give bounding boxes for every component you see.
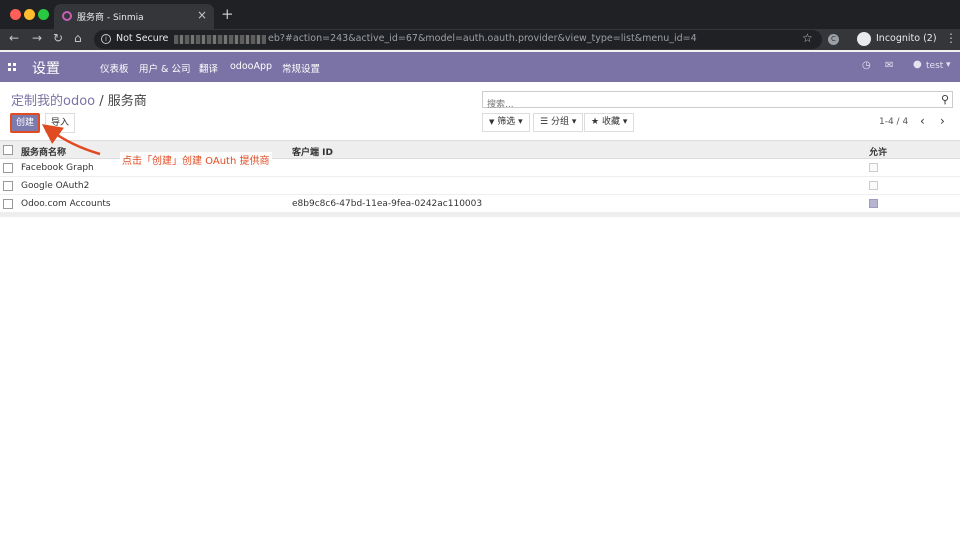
incognito-icon bbox=[857, 32, 871, 46]
row-checkbox[interactable] bbox=[3, 181, 13, 191]
chevron-down-icon: ▾ bbox=[622, 117, 628, 127]
redacted-host bbox=[174, 35, 266, 44]
tab-close-icon[interactable]: × bbox=[197, 8, 207, 22]
col-allowed[interactable]: 允许 bbox=[869, 145, 887, 158]
row-checkbox[interactable] bbox=[3, 163, 13, 173]
pager-next-icon[interactable]: › bbox=[940, 114, 945, 128]
browser-tab[interactable]: 服务商 - Sinmia × bbox=[54, 4, 214, 29]
browser-toolbar: ← → ↻ ⌂ i Not Secure eb?#action=243&acti… bbox=[0, 29, 960, 50]
maximize-window-button[interactable] bbox=[38, 9, 49, 20]
table-row[interactable]: Google OAuth2 bbox=[0, 177, 960, 195]
back-arrow-icon[interactable]: ← bbox=[9, 31, 19, 45]
menu-general-settings[interactable]: 常规设置 bbox=[282, 61, 320, 75]
menu-translations[interactable]: 翻译 bbox=[199, 61, 218, 75]
breadcrumb-current: 服务商 bbox=[107, 94, 147, 109]
menu-dashboard[interactable]: 仪表板 bbox=[100, 61, 129, 75]
breadcrumb-parent[interactable]: 定制我的odoo bbox=[11, 94, 95, 109]
filter-icon: ▼ bbox=[489, 118, 495, 126]
not-secure-label: Not Secure bbox=[116, 33, 169, 44]
groupby-label: 分组 bbox=[550, 117, 569, 127]
user-caret-icon[interactable]: ▾ bbox=[946, 60, 951, 70]
info-icon[interactable]: i bbox=[101, 34, 111, 44]
search-input[interactable] bbox=[483, 97, 923, 113]
search-box: ⚲ bbox=[482, 91, 953, 113]
home-icon[interactable]: ⌂ bbox=[74, 31, 82, 45]
minimize-window-button[interactable] bbox=[24, 9, 35, 20]
new-tab-button[interactable]: + bbox=[221, 5, 234, 23]
activity-clock-icon[interactable]: ◷ bbox=[862, 60, 871, 71]
menu-users-companies[interactable]: 用户 & 公司 bbox=[139, 61, 190, 75]
main-content: 定制我的odoo / 服务商 ⚲ 创建 导入 ▼ 筛选 ▾ ☰ 分组 ▾ ★ 收… bbox=[0, 82, 960, 533]
provider-name: Facebook Graph bbox=[21, 163, 94, 173]
allowed-checkbox bbox=[869, 199, 878, 208]
tab-title: 服务商 - Sinmia bbox=[77, 13, 144, 23]
groupby-button[interactable]: ☰ 分组 ▾ bbox=[533, 113, 584, 132]
close-window-button[interactable] bbox=[10, 9, 21, 20]
annotation-arrow-icon bbox=[42, 124, 101, 156]
client-id: e8b9c8c6-47bd-11ea-9fea-0242ac110003 bbox=[292, 199, 483, 209]
tab-favicon-icon bbox=[62, 11, 72, 21]
menu-odooapp[interactable]: odooApp bbox=[230, 61, 272, 72]
browser-menu-icon[interactable]: ⋮ bbox=[945, 31, 957, 45]
breadcrumb-separator: / bbox=[95, 94, 108, 109]
browser-tab-bar: 服务商 - Sinmia × + bbox=[0, 0, 960, 29]
pager-prev-icon[interactable]: ‹ bbox=[920, 114, 925, 128]
select-all-checkbox[interactable] bbox=[3, 145, 13, 155]
chevron-down-icon: ▾ bbox=[518, 117, 523, 127]
reload-icon[interactable]: ↻ bbox=[53, 31, 63, 45]
row-checkbox[interactable] bbox=[3, 199, 13, 209]
create-button[interactable]: 创建 bbox=[10, 113, 40, 133]
odoo-navbar: 设置 仪表板 用户 & 公司 翻译 odooApp 常规设置 ◷ ✉ ● tes… bbox=[0, 52, 960, 82]
bookmark-star-icon[interactable]: ☆ bbox=[802, 31, 813, 45]
col-client-id[interactable]: 客户端 ID bbox=[292, 145, 333, 158]
star-icon: ★ bbox=[591, 117, 600, 127]
forward-arrow-icon[interactable]: → bbox=[32, 31, 42, 45]
favorites-button[interactable]: ★ 收藏 ▾ bbox=[584, 113, 635, 132]
table-row[interactable]: Odoo.com Accounts e8b9c8c6-47bd-11ea-9fe… bbox=[0, 195, 960, 213]
extension-icon[interactable]: C bbox=[828, 34, 839, 45]
url-text[interactable]: eb?#action=243&active_id=67&model=auth.o… bbox=[268, 33, 697, 44]
provider-name: Google OAuth2 bbox=[21, 181, 90, 191]
apps-grid-icon[interactable] bbox=[8, 63, 16, 71]
user-avatar-icon[interactable]: ● bbox=[913, 59, 922, 70]
list-icon: ☰ bbox=[540, 117, 549, 127]
breadcrumb: 定制我的odoo / 服务商 bbox=[11, 90, 147, 109]
user-name[interactable]: test bbox=[926, 61, 943, 71]
annotation-text: 点击「创建」创建 OAuth 提供商 bbox=[120, 152, 272, 167]
table-footer bbox=[0, 213, 960, 217]
filters-label: 筛选 bbox=[497, 117, 516, 127]
incognito-label[interactable]: Incognito (2) bbox=[876, 33, 937, 44]
filters-button[interactable]: ▼ 筛选 ▾ bbox=[482, 113, 530, 132]
allowed-checkbox bbox=[869, 181, 878, 190]
favorites-label: 收藏 bbox=[601, 117, 620, 127]
pager-value[interactable]: 1-4 / 4 bbox=[879, 117, 908, 127]
allowed-checkbox bbox=[869, 163, 878, 172]
search-icon[interactable]: ⚲ bbox=[941, 93, 949, 106]
address-bar[interactable]: i Not Secure eb?#action=243&active_id=67… bbox=[94, 30, 822, 49]
app-title[interactable]: 设置 bbox=[32, 58, 60, 78]
provider-name: Odoo.com Accounts bbox=[21, 199, 111, 209]
chevron-down-icon: ▾ bbox=[571, 117, 577, 127]
chat-icon[interactable]: ✉ bbox=[885, 60, 893, 71]
